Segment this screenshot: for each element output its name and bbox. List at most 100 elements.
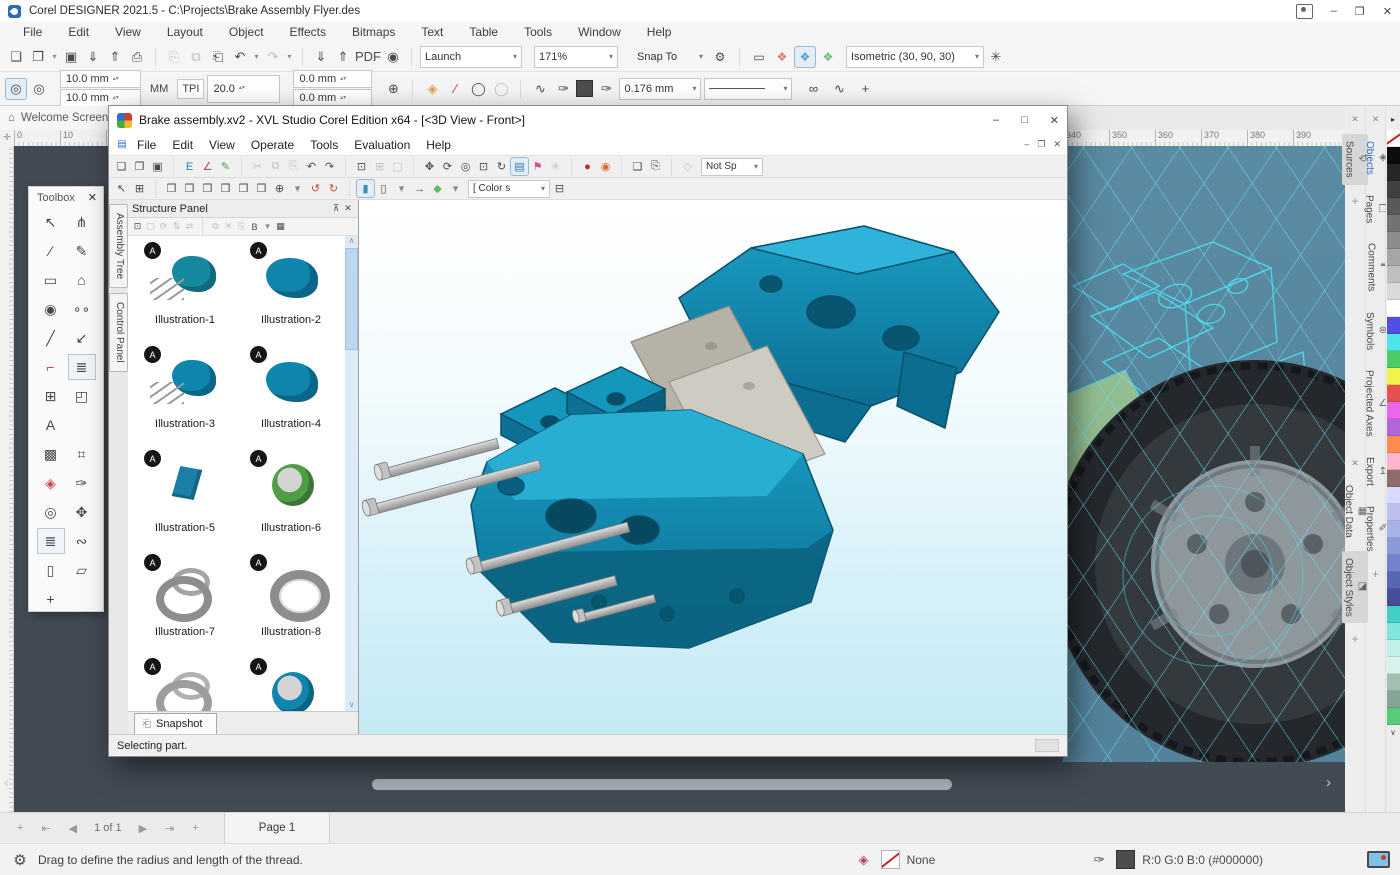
menu-item[interactable]: Bitmaps: [339, 25, 408, 39]
table-tool[interactable]: ⊞: [38, 384, 64, 408]
cylinder-tool[interactable]: ▯: [38, 558, 64, 582]
hotspot-icon[interactable]: ◉: [597, 158, 614, 175]
close-button[interactable]: ✕: [1050, 114, 1059, 127]
tab-objects[interactable]: ◈ Objects: [1363, 134, 1388, 182]
cylinder-solid-icon[interactable]: ▮: [357, 180, 374, 197]
add-tool[interactable]: +: [38, 587, 64, 611]
annotate-pen-icon[interactable]: ✎: [217, 158, 234, 175]
red-point-icon[interactable]: ●: [579, 158, 596, 175]
illustration-item[interactable]: A: [132, 656, 238, 711]
toolbar-icon[interactable]: [149, 48, 156, 66]
delete-icon[interactable]: ✕: [222, 220, 235, 233]
launch-select[interactable]: Launch▾: [420, 46, 522, 68]
refresh-icon[interactable]: ⟳: [157, 220, 170, 233]
move-up-down-icon[interactable]: ⇅: [170, 220, 183, 233]
view-icon[interactable]: ▢: [144, 220, 157, 233]
menu-item[interactable]: Operate: [243, 138, 302, 152]
menu-item[interactable]: View: [102, 25, 154, 39]
crop-tool[interactable]: ⌗: [69, 442, 95, 466]
open-icon[interactable]: ❐: [131, 158, 148, 175]
menu-item[interactable]: Window: [565, 25, 634, 39]
grid-view-icon[interactable]: ▦: [274, 220, 287, 233]
publish-pdf-icon[interactable]: PDF: [355, 47, 381, 67]
material-diamond-icon[interactable]: ◆: [429, 180, 446, 197]
save-icon[interactable]: ▣: [149, 158, 166, 175]
thread-display-icon[interactable]: ∿: [829, 79, 849, 99]
xvl-toolbar-icon[interactable]: [407, 158, 414, 176]
dimension-tool[interactable]: ╱: [38, 326, 64, 350]
palette-swatch[interactable]: [1387, 487, 1400, 504]
view-front-icon[interactable]: ❒: [163, 180, 180, 197]
fill-color-icon[interactable]: ◈: [422, 79, 442, 99]
palette-swatch[interactable]: [1387, 708, 1400, 725]
rectangle-tool[interactable]: ▭: [38, 268, 64, 292]
vertical-ruler[interactable]: [0, 146, 14, 812]
palette-swatch[interactable]: [1387, 623, 1400, 640]
export-icon[interactable]: ⇑: [333, 47, 353, 67]
tab-export[interactable]: ↥ Export: [1363, 450, 1388, 493]
paste-icon[interactable]: ⎘: [164, 47, 184, 67]
palette-swatch[interactable]: [1387, 283, 1400, 300]
basic-shapes-tool[interactable]: ◰: [69, 384, 95, 408]
close-docker-icon[interactable]: ✕: [1351, 458, 1359, 469]
illustration-item[interactable]: A Illustration-8: [238, 552, 344, 656]
copy-icon[interactable]: ⧉: [209, 220, 222, 233]
illustration-item[interactable]: A Illustration-4: [238, 344, 344, 448]
spinner-icon[interactable]: ▴▾: [113, 96, 119, 101]
tab-page-1[interactable]: Page 1: [224, 813, 330, 843]
spinner-icon[interactable]: ▴▾: [340, 96, 346, 101]
chevron-down-icon[interactable]: ▾: [285, 47, 294, 67]
diamond-icon[interactable]: ◇: [679, 158, 696, 175]
frame-icon[interactable]: ⊞: [371, 158, 388, 175]
palette-swatch[interactable]: [1387, 691, 1400, 708]
undo-icon[interactable]: ↶: [303, 158, 320, 175]
scroll-left-icon[interactable]: ‹: [4, 774, 9, 791]
palette-scroll-down-icon[interactable]: ∨: [1390, 728, 1396, 737]
eyedropper-tool[interactable]: ✑: [69, 471, 95, 495]
illustration-item[interactable]: A Illustration-2: [238, 240, 344, 344]
rotate-left-icon[interactable]: ↺: [307, 180, 324, 197]
palette-swatch[interactable]: [1387, 266, 1400, 283]
xvl-resize-grip[interactable]: [1035, 739, 1059, 752]
connector-tool[interactable]: ⌐: [38, 355, 64, 379]
palette-swatch[interactable]: [1387, 402, 1400, 419]
menu-item[interactable]: Evaluation: [346, 138, 418, 152]
small-grid-icon[interactable]: ⊞: [131, 180, 148, 197]
spinner-icon[interactable]: ▴▾: [113, 77, 119, 82]
xvl-toolbar-icon[interactable]: [149, 180, 156, 198]
previous-page-button[interactable]: ◀: [60, 822, 86, 835]
menu-item[interactable]: File: [10, 25, 55, 39]
illustration-item[interactable]: A Illustration-5: [132, 448, 238, 552]
tab-assembly-tree[interactable]: Assembly Tree: [109, 204, 128, 288]
view-left-icon[interactable]: ❒: [199, 180, 216, 197]
palette-swatch[interactable]: [1387, 640, 1400, 657]
illustration-item[interactable]: A Illustration-7: [132, 552, 238, 656]
pin-icon[interactable]: ⊼: [330, 203, 342, 215]
close-docker-icon[interactable]: ✕: [1351, 114, 1359, 125]
palette-swatch[interactable]: [1387, 453, 1400, 470]
palette-swatch[interactable]: [1387, 436, 1400, 453]
undo-icon[interactable]: ↶: [230, 47, 250, 67]
frame2-icon[interactable]: ▢: [389, 158, 406, 175]
xvl-toolbar-icon[interactable]: [615, 158, 622, 176]
palette-swatch[interactable]: [1387, 470, 1400, 487]
blank-page-icon[interactable]: ▭: [749, 47, 769, 67]
illustration-item[interactable]: A Illustration-6: [238, 448, 344, 552]
chevron-down-icon[interactable]: ▾: [289, 180, 306, 197]
palette-swatch[interactable]: [1387, 232, 1400, 249]
tab-control-panel[interactable]: Control Panel: [109, 293, 128, 372]
arrow-tool[interactable]: ↙: [69, 326, 95, 350]
label-tool-icon[interactable]: E: [181, 158, 198, 175]
select-arrow-icon[interactable]: ↖: [113, 180, 130, 197]
outline-color-swatch[interactable]: [576, 80, 593, 97]
view-cube-red-icon[interactable]: ❖: [772, 47, 792, 67]
mdi-close-button[interactable]: ✕: [1053, 139, 1061, 150]
palette-swatch[interactable]: [1387, 674, 1400, 691]
palette-swatch[interactable]: [1387, 249, 1400, 266]
prism-tool[interactable]: ▱: [69, 558, 95, 582]
add-page-button[interactable]: +: [8, 822, 32, 834]
zoom-level-select[interactable]: 171%▾: [534, 46, 618, 68]
offset-x-field[interactable]: 0.0 mm▴▾: [293, 70, 372, 88]
section-arrow-icon[interactable]: →: [411, 180, 428, 197]
xvl-toolbar-icon[interactable]: [235, 158, 242, 176]
